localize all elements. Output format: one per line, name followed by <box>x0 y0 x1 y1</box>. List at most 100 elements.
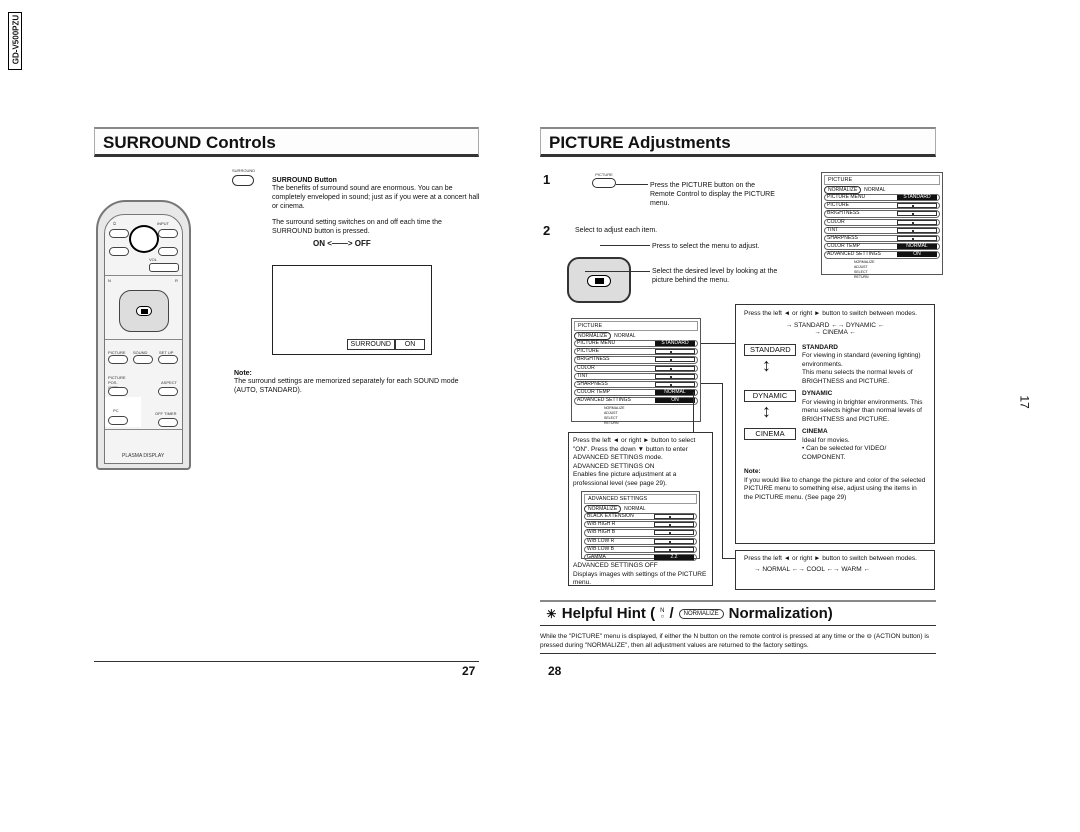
surround-button-icon: SURROUND <box>232 168 255 186</box>
menu-row-slider <box>655 365 695 371</box>
direction-pad-illustration <box>567 257 631 303</box>
menu-row-label: W/B LOW B <box>587 545 614 552</box>
menu-row-slider <box>897 219 937 225</box>
menu-row-value: NORMAL <box>897 244 937 250</box>
picture-menu: PICTURE NORMALIZE NORMAL PICTURE MENU STANDA… <box>571 318 701 425</box>
normal-label: NORMAL <box>624 506 646 512</box>
hint-text: While the "PICTURE" menu is displayed, i… <box>540 633 930 649</box>
menu-row: BLACK EXTENSION <box>584 513 697 521</box>
osd-surround-label: SURROUND <box>346 339 395 350</box>
menu-row: SHARPNESS <box>574 380 698 389</box>
mode-desc: STANDARD For viewing in standard (evening… <box>802 344 926 387</box>
menu-row-slider <box>655 357 695 363</box>
step-1-text: Press the PICTURE button on the Remote C… <box>650 182 775 207</box>
step-1-number: 1 <box>543 172 551 187</box>
menu-row-label: W/B HIGH B <box>587 529 616 536</box>
color-temp-cycle-diagram: → NORMAL ←→ COOL ←→ WARM ← <box>754 565 870 573</box>
helpful-hint-header: ☀ Helpful Hint ( N ○ / NORMALIZE Normaliz… <box>540 600 936 626</box>
menu-title: ADVANCED SETTINGS <box>584 494 697 504</box>
screen-illustration: SURROUND ON <box>272 265 432 355</box>
menu-row-label: BRIGHTNESS <box>577 356 610 363</box>
menu-row: COLOR <box>574 364 698 372</box>
mode-text: For viewing in standard (evening lightin… <box>802 352 921 385</box>
menu-row: W/B LOW R <box>584 537 697 545</box>
page-number-28: 28 <box>548 664 562 678</box>
mode-item: CINEMA CINEMA Ideal for movies. • Can be s… <box>744 428 926 462</box>
mode-note: If you would like to change the picture … <box>744 476 926 501</box>
section-title-picture: PICTURE Adjustments <box>540 127 936 157</box>
menu-row-value: STANDARD <box>655 341 695 347</box>
menu-row: GAMMA 2.2 <box>584 553 697 562</box>
menu-row-label: COLOR TEMP <box>577 389 610 396</box>
surround-para-1: The benefits of surround sound are enorm… <box>272 185 480 210</box>
menu-row-slider <box>897 236 937 242</box>
menu-row-label: ADVANCED SETTINGS <box>827 251 881 258</box>
menu-row-label: PICTURE MENU <box>827 194 866 201</box>
menu-row-label: SHARPNESS <box>577 381 608 388</box>
menu-row: COLOR TEMP NORMAL <box>824 243 940 251</box>
lightbulb-icon: ☀ <box>546 606 557 621</box>
up-down-arrow-icon: ↕ <box>762 354 771 375</box>
menu-help: NORMALIZE ADJUST SELECT RETURN <box>854 260 940 280</box>
menu-row-label: ADVANCED SETTINGS <box>577 397 631 404</box>
menu-row-label: BLACK EXTENSION <box>587 513 634 520</box>
menu-row-label: TINT <box>577 372 589 379</box>
menu-title: PICTURE <box>574 321 698 331</box>
normal-label: NORMAL <box>614 333 636 339</box>
step-2-number: 2 <box>543 223 551 238</box>
menu-help: NORMALIZE ADJUST SELECT RETURN <box>604 406 698 426</box>
margin-page-number: 17 <box>1017 395 1032 409</box>
mode-tag: STANDARD <box>744 343 796 356</box>
menu-row-slider <box>897 203 937 209</box>
menu-row-value: NORMAL <box>655 390 695 396</box>
menu-row-slider <box>897 227 937 233</box>
menu-row-label: COLOR <box>577 364 595 371</box>
menu-row-slider <box>654 546 694 552</box>
menu-row: W/B HIGH B <box>584 529 697 537</box>
menu-row-slider <box>655 373 695 379</box>
mode-desc: CINEMA Ideal for movies. • Can be selecte… <box>802 428 926 462</box>
menu-row: ADVANCED SETTINGS ON <box>574 397 698 405</box>
select-level-text: Select the desired level by looking at t… <box>652 268 778 284</box>
menu-row: ADVANCED SETTINGS ON <box>824 251 940 259</box>
menu-row-slider <box>654 530 694 536</box>
menu-row-label: SHARPNESS <box>827 235 858 242</box>
menu-row-label: W/B HIGH R <box>587 521 616 528</box>
menu-row: PICTURE <box>574 348 698 356</box>
menu-help-item: RETURN <box>854 274 869 279</box>
menu-title: PICTURE <box>824 175 940 185</box>
menu-row: TINT <box>574 372 698 380</box>
surround-para-2: The surround setting switches on and off… <box>272 219 442 235</box>
menu-row: BRIGHTNESS <box>824 210 940 218</box>
mode-note-title: Note: <box>744 468 761 475</box>
menu-row: COLOR <box>824 218 940 226</box>
menu-row-label: BRIGHTNESS <box>827 210 860 217</box>
menu-row-slider <box>654 514 694 520</box>
menu-row-label: PICTURE MENU <box>577 340 616 347</box>
normalize-row: NORMALIZE NORMAL <box>574 332 698 340</box>
menu-row-label: COLOR TEMP <box>827 243 860 250</box>
menu-row: COLOR TEMP NORMAL <box>574 389 698 397</box>
menu-help-item: RETURN <box>604 420 619 425</box>
on-off-toggle-diagram: ON <——> OFF <box>313 239 371 248</box>
menu-row-label: PICTURE <box>577 348 599 355</box>
menu-row: SHARPNESS <box>824 234 940 243</box>
mode-title: DYNAMIC <box>802 390 833 397</box>
menu-row: W/B HIGH R <box>584 521 697 529</box>
menu-row-label: GAMMA <box>587 554 606 561</box>
menu-row-slider <box>655 382 695 388</box>
mode-tag: CINEMA <box>744 428 796 440</box>
picture-mode-box: Press the left ◄ or right ► button to sw… <box>735 304 935 544</box>
menu-row-label: PICTURE <box>827 202 849 209</box>
picture-menu-small: PICTURE NORMALIZE NORMAL PICTURE MENU STANDA… <box>821 172 943 279</box>
advanced-settings-menu: ADVANCED SETTINGS NORMALIZE NORMAL BLACK EX… <box>581 491 700 562</box>
mode-desc: DYNAMIC For viewing in brighter environme… <box>802 390 926 424</box>
mode-item: DYNAMIC ↕ DYNAMIC For viewing in brighter e… <box>744 390 926 424</box>
normalize-button-icon: NORMALIZE <box>678 608 724 619</box>
mode-cycle-diagram: → STANDARD ←→ DYNAMIC ← → CINEMA ← <box>785 321 885 336</box>
menu-row-label: W/B LOW R <box>587 537 615 544</box>
menu-row-value: ON <box>897 252 937 258</box>
normalize-button: NORMALIZE <box>584 505 622 513</box>
mode-item: STANDARD ↕ STANDARD For viewing in standard… <box>744 343 926 387</box>
menu-row-value: ON <box>655 398 695 404</box>
